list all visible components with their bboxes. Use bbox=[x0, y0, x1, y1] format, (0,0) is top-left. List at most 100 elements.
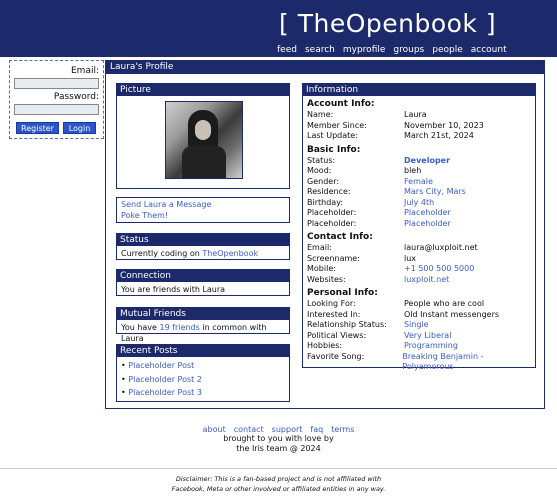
login-panel: Email: Password: Register Login bbox=[9, 60, 104, 139]
info-value[interactable]: Mars City, Mars bbox=[404, 187, 466, 198]
footer-support-link[interactable]: support bbox=[272, 425, 303, 434]
disclaimer-line2: Facebook, Meta or other involved or affi… bbox=[171, 485, 386, 493]
info-value: laura@luxploit.net bbox=[404, 243, 478, 252]
nav-myprofile[interactable]: myprofile bbox=[343, 45, 386, 55]
status-header: Status bbox=[117, 234, 289, 246]
footer-links: about contact support faq terms bbox=[0, 425, 557, 434]
info-row: Political Views: Very Liberal bbox=[303, 331, 535, 342]
list-item: • Placeholder Post 2 bbox=[121, 374, 202, 384]
mutual-prefix: You have bbox=[121, 323, 160, 332]
info-key: Name: bbox=[307, 110, 334, 119]
mutual-friends-header: Mutual Friends bbox=[117, 308, 289, 320]
info-value: Old Instant messengers bbox=[404, 309, 500, 319]
picture-box: Picture bbox=[116, 83, 290, 189]
info-key: Residence: bbox=[307, 187, 351, 196]
info-key: Political Views: bbox=[307, 330, 367, 340]
basic-info-title: Basic Info: bbox=[307, 144, 361, 155]
info-value[interactable]: Placeholder bbox=[404, 219, 451, 230]
info-row: Interested In: Old Instant messengers bbox=[303, 310, 535, 321]
profile-panel: Laura's Profile Picture Send Laura a Mes… bbox=[105, 60, 545, 409]
footer-divider bbox=[0, 468, 557, 469]
info-row: Hobbies: Programming bbox=[303, 341, 535, 352]
info-row: Screenname: lux bbox=[303, 254, 535, 265]
info-row: Member Since: November 10, 2023 bbox=[303, 121, 535, 132]
info-value[interactable]: Very Liberal bbox=[404, 331, 451, 342]
connection-box: Connection You are friends with Laura bbox=[116, 269, 290, 296]
info-value: lux bbox=[404, 253, 417, 263]
login-button[interactable]: Login bbox=[63, 122, 96, 134]
info-value[interactable]: luxploit.net bbox=[404, 275, 449, 286]
info-row: Relationship Status: Single bbox=[303, 320, 535, 331]
post-link[interactable]: Placeholder Post 3 bbox=[128, 388, 202, 397]
info-key: Status: bbox=[307, 155, 336, 165]
account-info-title: Account Info: bbox=[307, 99, 375, 109]
top-nav: feed search myprofile groups people acco… bbox=[277, 45, 507, 55]
poke-link[interactable]: Poke Them! bbox=[121, 210, 285, 221]
info-key: Placeholder: bbox=[307, 208, 357, 217]
info-key: Gender: bbox=[307, 176, 340, 186]
nav-people[interactable]: people bbox=[432, 45, 463, 55]
site-logo[interactable]: [ TheOpenbook ] bbox=[279, 9, 496, 38]
email-field[interactable] bbox=[14, 78, 99, 89]
nav-feed[interactable]: feed bbox=[277, 45, 297, 55]
profile-title: Laura's Profile bbox=[106, 61, 544, 74]
info-value[interactable]: Developer bbox=[404, 156, 450, 167]
info-row: Mood: bleh bbox=[303, 166, 535, 177]
info-row: Favorite Song: Breaking Benjamin - Polyam… bbox=[303, 351, 535, 372]
info-value[interactable]: Single bbox=[404, 320, 429, 331]
info-key: Looking For: bbox=[307, 299, 356, 308]
disclaimer-line1: Disclaimer: This is a fan-based project … bbox=[175, 475, 382, 483]
info-value[interactable]: Placeholder bbox=[404, 208, 451, 219]
info-value: bleh bbox=[404, 166, 422, 175]
info-key: Birthday: bbox=[307, 197, 344, 207]
info-value[interactable]: Breaking Benjamin - Polyamorous bbox=[402, 352, 535, 372]
contact-info-title: Contact Info: bbox=[307, 232, 373, 242]
list-item: • Placeholder Post 3 bbox=[121, 388, 202, 397]
password-label: Password: bbox=[53, 92, 99, 102]
list-item: • Placeholder Post bbox=[121, 361, 195, 370]
info-key: Websites: bbox=[307, 274, 346, 284]
email-label: Email: bbox=[70, 66, 99, 76]
info-key: Last Update: bbox=[307, 131, 358, 140]
info-row: Residence: Mars City, Mars bbox=[303, 187, 535, 198]
info-row: Status: Developer bbox=[303, 156, 535, 167]
footer-contact-link[interactable]: contact bbox=[234, 425, 264, 434]
footer-faq-link[interactable]: faq bbox=[310, 425, 323, 434]
info-row: Looking For: People who are cool bbox=[303, 299, 535, 310]
recent-posts-header: Recent Posts bbox=[117, 345, 289, 357]
recent-posts-box: Recent Posts • Placeholder Post • Placeh… bbox=[116, 344, 290, 402]
password-field[interactable] bbox=[14, 104, 99, 115]
status-project-link[interactable]: TheOpenbook bbox=[202, 249, 258, 258]
post-link[interactable]: Placeholder Post 2 bbox=[128, 375, 202, 384]
register-button[interactable]: Register bbox=[16, 122, 59, 134]
post-link[interactable]: Placeholder Post bbox=[128, 361, 194, 370]
header-bar: [ TheOpenbook ] feed search myprofile gr… bbox=[0, 0, 557, 57]
connection-header: Connection bbox=[117, 270, 289, 282]
info-key: Relationship Status: bbox=[307, 320, 387, 329]
info-value[interactable]: Programming bbox=[404, 341, 458, 352]
info-key: Interested In: bbox=[307, 309, 361, 319]
footer-credit-line1: brought to you with love by bbox=[223, 434, 334, 443]
info-row: Mobile: +1 500 500 5000 bbox=[303, 264, 535, 275]
info-value: November 10, 2023 bbox=[404, 120, 484, 130]
picture-header: Picture bbox=[117, 84, 289, 96]
info-key: Favorite Song: bbox=[307, 351, 365, 361]
info-key: Email: bbox=[307, 243, 332, 252]
info-key: Placeholder: bbox=[307, 218, 357, 228]
footer-about-link[interactable]: about bbox=[203, 425, 226, 434]
info-value[interactable]: Female bbox=[404, 177, 433, 188]
nav-account[interactable]: account bbox=[471, 45, 507, 55]
send-message-link[interactable]: Send Laura a Message bbox=[121, 199, 285, 210]
mutual-friends-link[interactable]: 19 friends bbox=[160, 323, 200, 332]
info-key: Screenname: bbox=[307, 253, 360, 263]
info-value[interactable]: July 4th bbox=[404, 198, 434, 209]
info-value: People who are cool bbox=[404, 299, 485, 308]
nav-search[interactable]: search bbox=[305, 45, 335, 55]
footer-terms-link[interactable]: terms bbox=[331, 425, 354, 434]
info-row: Gender: Female bbox=[303, 177, 535, 188]
info-key: Member Since: bbox=[307, 120, 367, 130]
footer-credit-line2: the Iris team @ 2024 bbox=[236, 444, 321, 453]
nav-groups[interactable]: groups bbox=[393, 45, 424, 55]
profile-picture bbox=[165, 101, 243, 179]
info-value[interactable]: +1 500 500 5000 bbox=[404, 264, 474, 275]
